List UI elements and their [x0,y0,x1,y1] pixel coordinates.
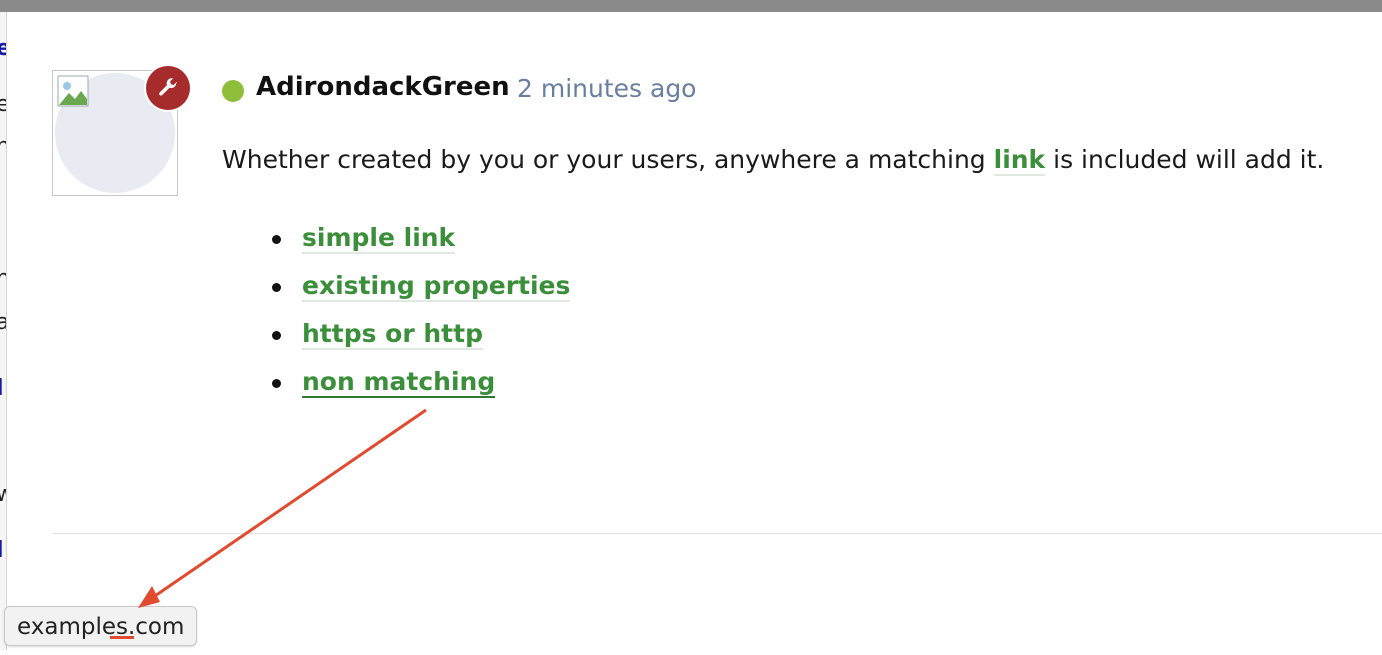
annotation-arrow [138,408,427,608]
